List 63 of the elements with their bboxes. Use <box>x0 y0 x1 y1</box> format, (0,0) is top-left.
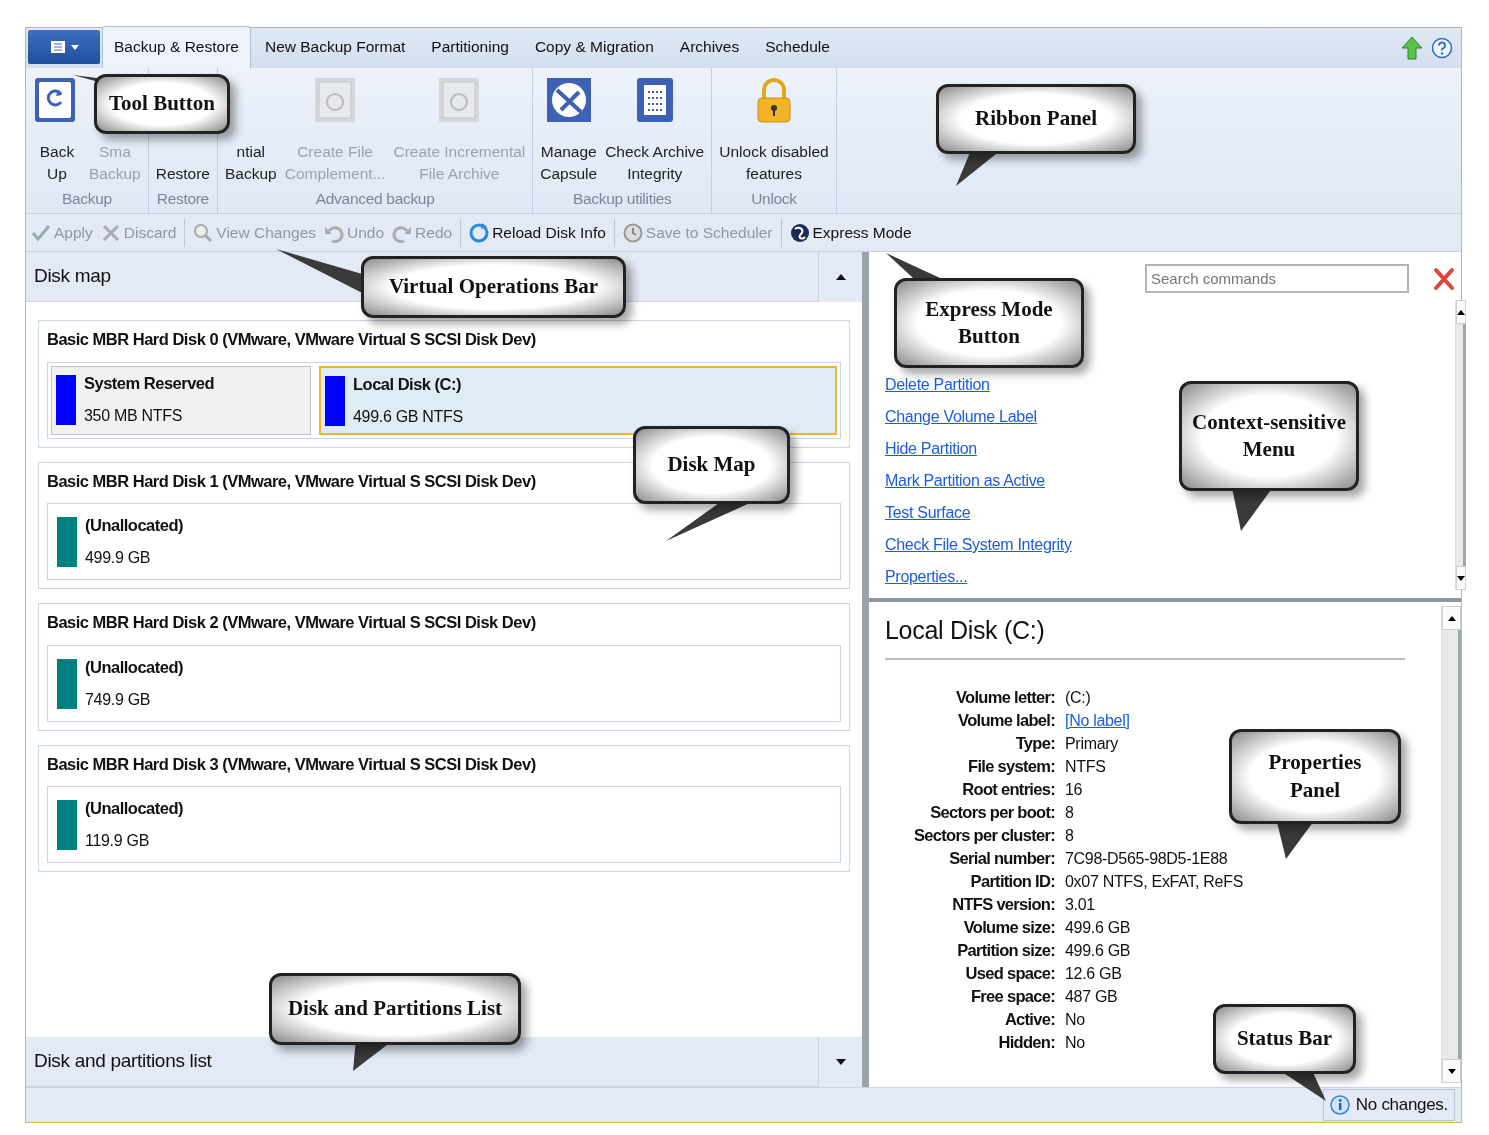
callout-tooltip: Tool Button <box>94 74 230 134</box>
partition-name: System Reserved <box>84 372 215 394</box>
property-label: Active: <box>1003 1008 1055 1030</box>
property-value: NTFS <box>1065 756 1106 777</box>
property-value: No <box>1065 1009 1085 1030</box>
disk-title: Basic MBR Hard Disk 2 (VMware, VMware Virtual S SCSI Disk Dev) <box>47 612 536 633</box>
callout-tooltip: Ribbon Panel <box>936 84 1136 154</box>
callout-tooltip: Virtual Operations Bar <box>361 256 626 318</box>
property-label: Volume size: <box>962 916 1055 938</box>
property-value: No <box>1065 1032 1085 1053</box>
property-label: File system: <box>967 755 1055 777</box>
property-value: 8 <box>1065 802 1074 823</box>
callout-tooltip: Status Bar <box>1213 1004 1356 1074</box>
property-value: (C:) <box>1065 687 1091 708</box>
status-message: No changes. <box>1355 1094 1448 1117</box>
group-label: Backup utilities <box>571 189 673 209</box>
disk-title: Basic MBR Hard Disk 1 (VMware, VMware Virtual S SCSI Disk Dev) <box>47 470 536 492</box>
property-label: Hidden: <box>997 1031 1055 1053</box>
property-label: Free space: <box>969 985 1055 1007</box>
callout-tooltip: Disk Map <box>633 426 790 504</box>
panel-title: Disk and partitions list <box>34 1049 212 1074</box>
property-value: Primary <box>1065 733 1118 754</box>
group-label: Restore <box>155 189 210 209</box>
property-label: Type: <box>1014 732 1055 754</box>
callout-tooltip: Disk and Partitions List <box>269 973 521 1045</box>
property-label: Partition ID: <box>969 870 1055 892</box>
property-label: Root entries: <box>961 778 1055 800</box>
partition-name: Local Disk (C:) <box>353 373 463 395</box>
partition-name: (Unallocated) <box>85 798 183 820</box>
partition-name: (Unallocated) <box>85 515 183 537</box>
property-value: 0x07 NTFS, ExFAT, ReFS <box>1065 871 1244 892</box>
callout-tooltip: Express Mode Button <box>894 278 1084 368</box>
property-value: 499.6 GB <box>1065 917 1131 938</box>
property-label: Volume label: <box>957 709 1055 731</box>
partition-size: 499.9 GB <box>85 548 152 568</box>
property-label: Volume letter: <box>955 686 1055 708</box>
property-label: Sectors per boot: <box>929 801 1055 823</box>
property-value: 16 <box>1065 779 1083 800</box>
property-value: 12.6 GB <box>1065 963 1122 984</box>
partition-size: 350 MB NTFS <box>84 405 184 426</box>
group-label: Advanced backup <box>314 189 436 209</box>
partition-size: 499.6 GB NTFS <box>353 406 463 427</box>
group-label: Unlock <box>750 189 798 209</box>
partition-name: (Unallocated) <box>85 656 183 678</box>
property-value: 8 <box>1065 825 1074 846</box>
group-label: Backup <box>60 189 113 209</box>
properties-title: Local Disk (C:) <box>885 612 1405 660</box>
property-label: Serial number: <box>948 847 1055 869</box>
partition-size: 749.9 GB <box>85 689 152 710</box>
property-label: NTFS version: <box>951 893 1055 915</box>
property-value: 7C98-D565-98D5-1E88 <box>1065 848 1228 869</box>
callout-tooltip: Context-sensitive Menu <box>1179 381 1359 491</box>
property-label: Partition size: <box>956 939 1055 961</box>
disk-title: Basic MBR Hard Disk 0 (VMware, VMware Virtual S SCSI Disk Dev) <box>47 329 536 350</box>
panel-title: Disk map <box>34 264 111 289</box>
disk-title: Basic MBR Hard Disk 3 (VMware, VMware Virtual S SCSI Disk Dev) <box>47 753 536 775</box>
callout-tooltip: Properties Panel <box>1229 729 1401 824</box>
property-value: 3.01 <box>1065 894 1095 915</box>
partition-size: 119.9 GB <box>85 831 150 851</box>
property-value: 487 GB <box>1065 986 1118 1007</box>
property-label: Sectors per cluster: <box>913 824 1055 846</box>
property-value: 499.6 GB <box>1065 940 1131 961</box>
property-label: Used space: <box>964 962 1055 984</box>
